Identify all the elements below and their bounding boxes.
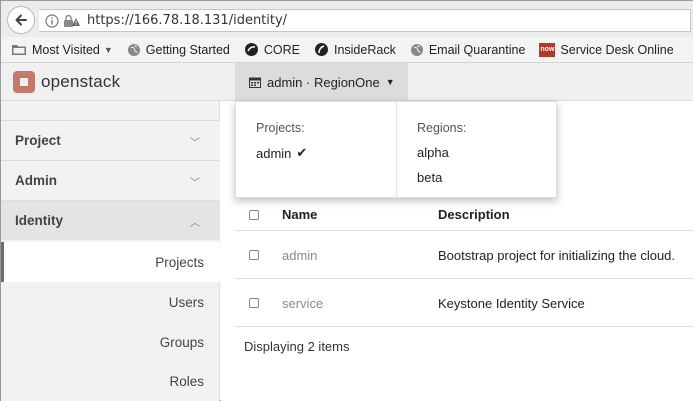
openstack-header: openstack admin · RegionOne ▼: [1, 63, 693, 101]
core-icon: [244, 43, 258, 56]
now-icon: now: [539, 42, 556, 57]
bookmark-core[interactable]: CORE: [244, 42, 300, 57]
caret-down-icon: ▼: [385, 77, 395, 87]
table-header: Name Description: [235, 199, 693, 231]
checkmark-icon: ✔: [296, 145, 308, 160]
select-all-checkbox[interactable]: [249, 209, 259, 220]
table-row: service Keystone Identity Service: [235, 280, 693, 327]
bookmark-getting-started[interactable]: Getting Started: [127, 43, 230, 57]
projects-heading: Projects:: [256, 121, 305, 135]
project-option-admin[interactable]: admin ✔: [256, 145, 307, 161]
sidebar: Project ﹀ Admin ﹀ Identity ︿ Projects Us…: [1, 101, 220, 401]
region-option-beta[interactable]: beta: [417, 170, 442, 185]
regions-column: Regions: alpha beta: [397, 102, 558, 199]
sidebar-section-identity[interactable]: Identity ︿: [1, 200, 220, 240]
context-label: admin · RegionOne: [267, 74, 380, 90]
openstack-logo-icon: [13, 71, 35, 93]
column-header-description: Description: [438, 207, 510, 222]
table-footer-count: Displaying 2 items: [244, 339, 350, 354]
project-name-link[interactable]: admin: [282, 248, 317, 263]
chevron-down-icon: ﹀: [190, 178, 200, 189]
context-selector-button[interactable]: admin · RegionOne ▼: [235, 63, 408, 101]
globe-icon: [410, 43, 423, 56]
sidebar-section-admin[interactable]: Admin ﹀: [1, 160, 220, 200]
project-name-link[interactable]: service: [282, 296, 323, 311]
calendar-icon: [249, 77, 261, 88]
row-checkbox[interactable]: [249, 298, 259, 308]
context-dropdown-menu: Projects: admin ✔ Regions: alpha beta: [235, 101, 558, 199]
row-checkbox[interactable]: [249, 250, 259, 260]
chevron-down-icon: ▼: [103, 44, 113, 55]
region-option-alpha[interactable]: alpha: [417, 145, 449, 160]
address-bar[interactable]: https://166.78.18.131/identity/: [39, 9, 691, 32]
sidebar-section-project[interactable]: Project ﹀: [1, 120, 220, 160]
sidebar-item-roles[interactable]: Roles: [1, 361, 220, 401]
project-description: Keystone Identity Service: [438, 295, 585, 311]
openstack-logo[interactable]: openstack: [13, 71, 120, 93]
projects-column: Projects: admin ✔: [236, 102, 397, 199]
folder-icon: [12, 45, 26, 55]
lock-warning-icon[interactable]: [63, 14, 81, 28]
bookmark-most-visited[interactable]: Most Visited ▼: [11, 43, 113, 57]
bookmark-service-desk[interactable]: now Service Desk Online: [539, 42, 674, 57]
back-button[interactable]: [7, 6, 35, 34]
regions-heading: Regions:: [417, 121, 467, 135]
chevron-down-icon: ﹀: [190, 138, 200, 149]
project-description: Bootstrap project for initializing the c…: [438, 247, 676, 263]
info-icon[interactable]: [45, 13, 59, 28]
table-row: admin Bootstrap project for initializing…: [235, 232, 693, 279]
url-text: https://166.78.18.131/identity/: [87, 13, 288, 28]
sidebar-item-groups[interactable]: Groups: [1, 322, 220, 362]
insiderack-icon: [314, 43, 328, 56]
bookmarks-bar: Most Visited ▼ Getting Started CORE Insi: [1, 37, 693, 63]
column-header-name[interactable]: Name: [282, 207, 317, 222]
chevron-up-icon: ︿: [190, 218, 200, 229]
arrow-left-icon: [15, 14, 27, 26]
bookmark-email-quarantine[interactable]: Email Quarantine: [410, 43, 525, 57]
globe-icon: [127, 43, 140, 56]
bookmark-insiderack[interactable]: InsideRack: [314, 42, 396, 57]
browser-toolbar: https://166.78.18.131/identity/: [1, 1, 693, 37]
sidebar-item-projects[interactable]: Projects: [1, 242, 220, 282]
sidebar-item-users[interactable]: Users: [1, 282, 220, 322]
